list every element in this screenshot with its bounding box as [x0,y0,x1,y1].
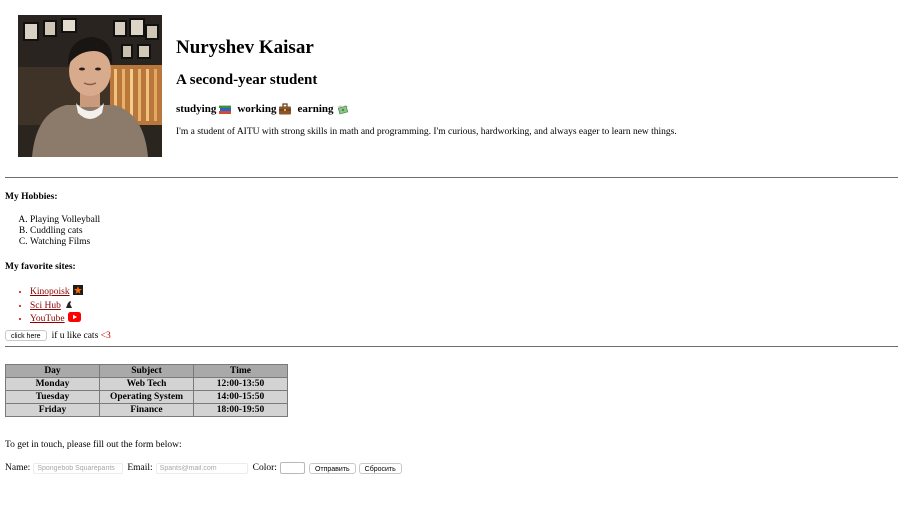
list-item: Kinopoisk [30,285,83,299]
sites-list: Kinopoisk Sci Hub YouTube [5,285,83,326]
scihub-link[interactable]: Sci Hub [30,301,61,311]
email-label: Email: [127,463,153,473]
table-cell: Web Tech [99,377,194,391]
email-input[interactable] [155,462,248,474]
divider [5,177,898,178]
table-cell: 14:00-15:50 [193,390,288,404]
tagline-studying: studying [176,103,217,115]
name-input[interactable] [33,462,124,474]
tagline: studying working earning [176,102,876,116]
list-item: Sci Hub [30,299,83,313]
hobbies-list: Playing Volleyball Cuddling cats Watchin… [5,215,100,248]
table-cell: Friday [5,403,100,417]
youtube-link[interactable]: YouTube [30,314,65,324]
cats-text: if u like cats <3 [52,331,111,341]
table-cell: Tuesday [5,390,100,404]
briefcase-icon [279,103,292,115]
profile-photo [18,15,162,157]
color-picker[interactable] [279,462,305,474]
schedule-table: Day Subject Time Monday Web Tech 12:00-1… [5,364,288,417]
page-title: Nuryshev Kaisar [176,37,314,58]
cats-label: if u like cats [51,330,99,341]
table-row: Tuesday Operating System 14:00-15:50 [5,390,288,404]
reset-button[interactable]: Сбросить [358,462,402,474]
click-here-button[interactable]: click here [5,330,47,341]
kinopoisk-link[interactable]: Kinopoisk [30,287,70,297]
clapperboard-icon [72,285,83,295]
column-header-subject: Subject [99,364,194,378]
subtitle: A second-year student [176,72,318,88]
divider [5,346,898,347]
heart-text: <3 [100,330,111,341]
table-cell: Operating System [99,390,194,404]
submit-button[interactable]: Отправить [308,462,356,474]
table-row: Monday Web Tech 12:00-13:50 [5,377,288,391]
form-intro: To get in touch, please fill out the for… [5,440,182,450]
contact-form: Name: Email: Color: Отправить Сбросить [5,462,402,474]
books-icon [219,105,232,114]
table-cell: 12:00-13:50 [193,377,288,391]
bio: I'm a student of AITU with strong skills… [176,127,677,137]
color-label: Color: [252,463,277,473]
list-item: Watching Films [30,237,100,248]
list-item: Cuddling cats [30,226,100,237]
tagline-earning: earning [297,103,334,115]
cats-row: click here if u like cats <3 [5,330,111,341]
profile-intro: Nuryshev Kaisar A second-year student st… [176,36,876,138]
table-header-row: Day Subject Time [5,364,288,378]
name-label: Name: [5,463,31,473]
money-with-wings-icon [336,105,349,115]
column-header-time: Time [193,364,288,378]
list-item: YouTube [30,312,83,326]
tagline-working: working [237,103,277,115]
youtube-icon [67,312,81,322]
table-cell: Finance [99,403,194,417]
table-row: Friday Finance 18:00-19:50 [5,403,288,417]
column-header-day: Day [5,364,100,378]
raven-icon [65,300,72,308]
sites-heading: My favorite sites: [5,262,76,272]
hobbies-heading: My Hobbies: [5,192,58,202]
list-item: Playing Volleyball [30,215,100,226]
table-cell: 18:00-19:50 [193,403,288,417]
table-cell: Monday [5,377,100,391]
